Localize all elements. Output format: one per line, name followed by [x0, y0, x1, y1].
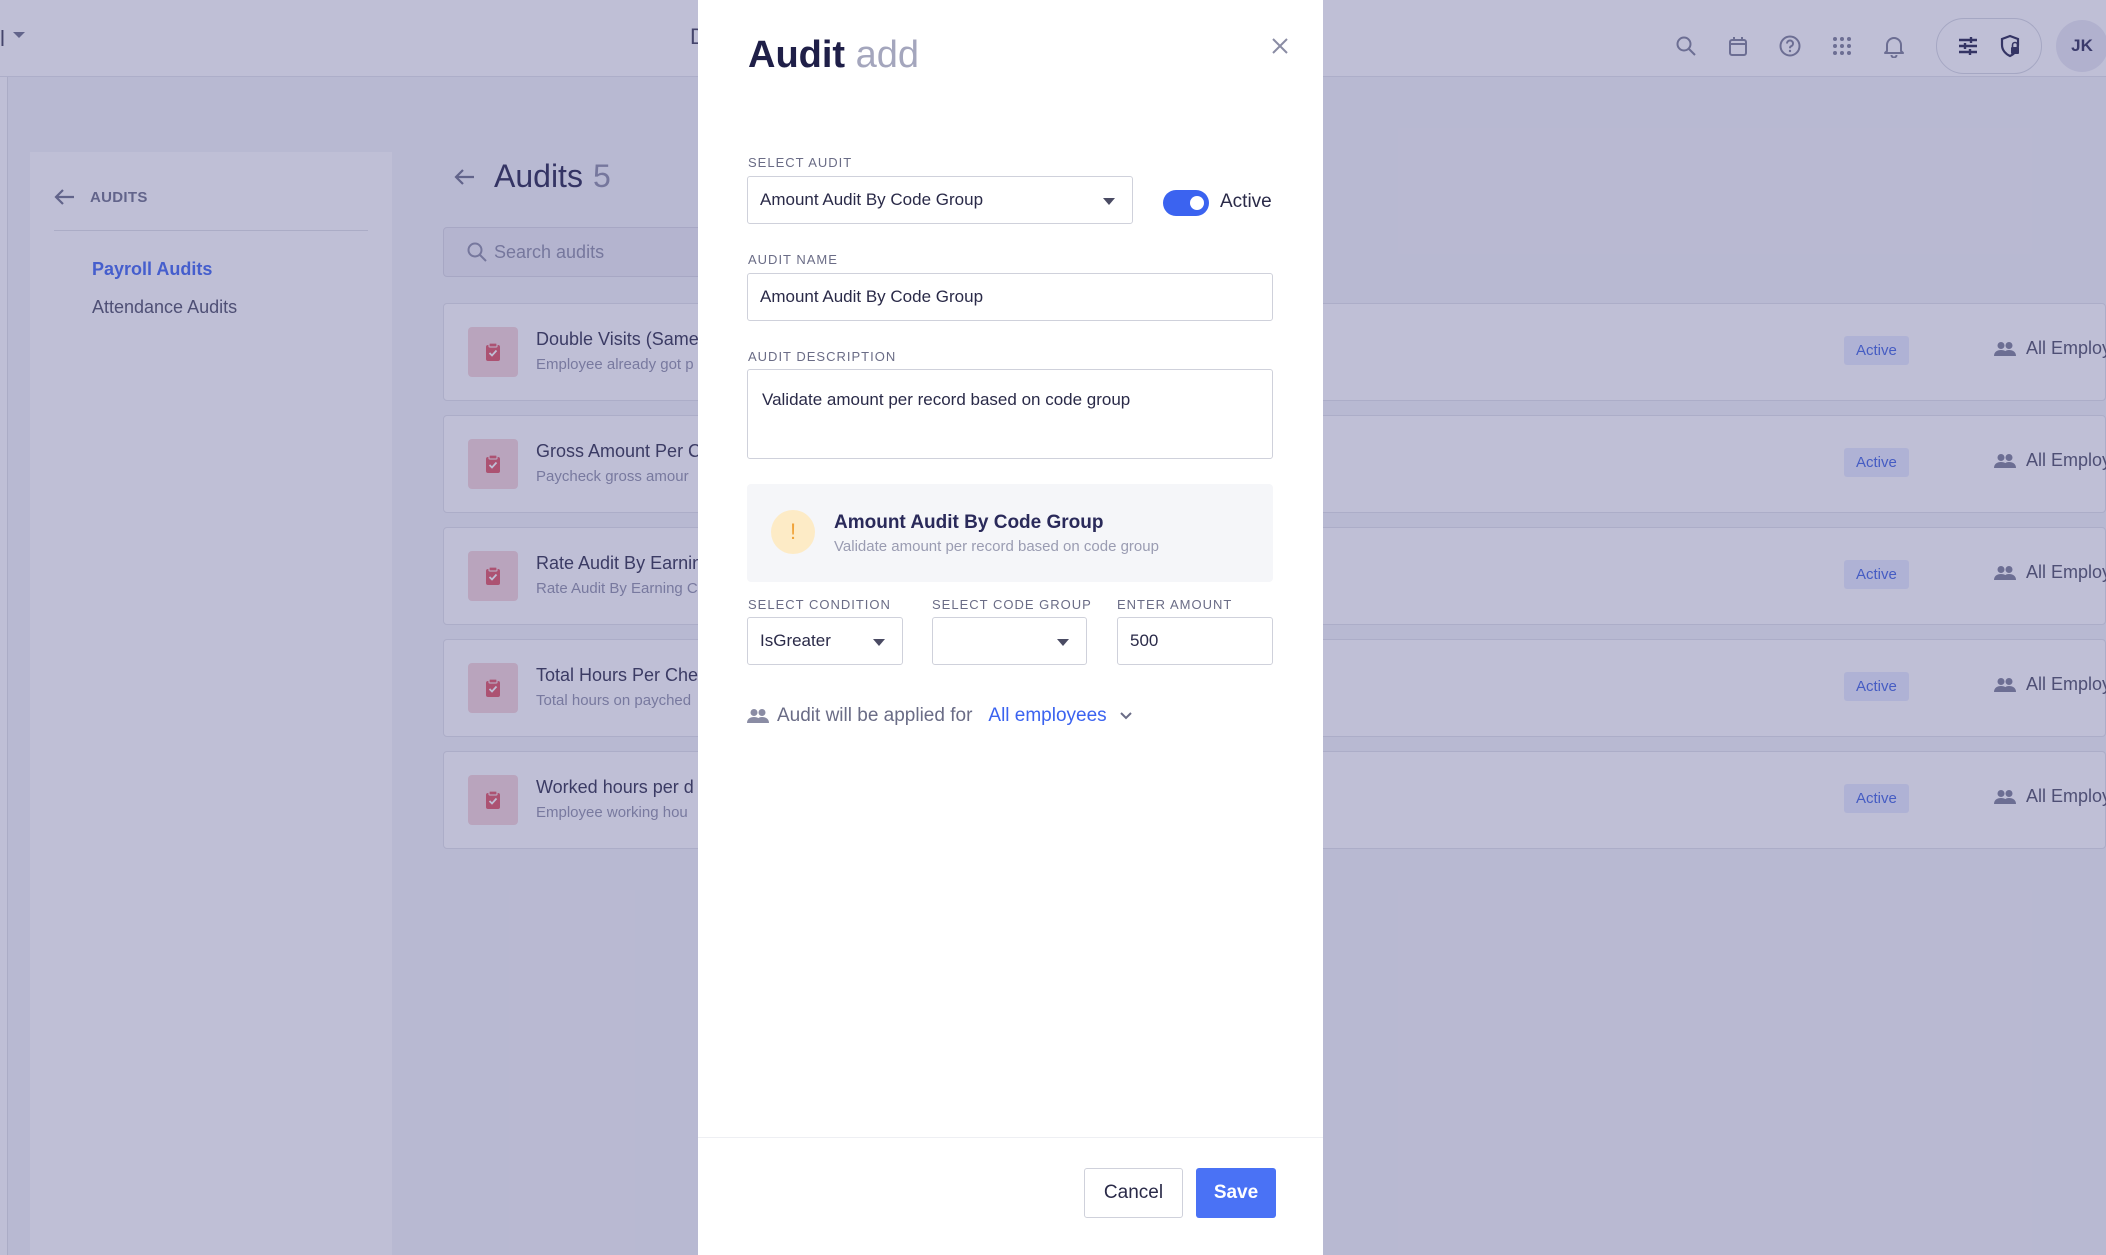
condition-value: IsGreater [760, 631, 831, 650]
select-condition-label: SELECT CONDITION [748, 597, 891, 612]
select-code-group-label: SELECT CODE GROUP [932, 597, 1092, 612]
audit-name-label: AUDIT NAME [748, 252, 838, 267]
dialog-title-main: Audit [748, 34, 846, 76]
audit-scope: Audit will be applied for All employees [747, 705, 1133, 727]
amount-value: 500 [1130, 631, 1159, 650]
chevron-down-icon [1056, 638, 1070, 647]
select-audit-value: Amount Audit By Code Group [760, 190, 984, 209]
condition-dropdown[interactable]: IsGreater [747, 617, 903, 665]
info-title: Amount Audit By Code Group [834, 512, 1104, 533]
info-description: Validate amount per record based on code… [834, 538, 1159, 555]
select-audit-dropdown[interactable]: Amount Audit By Code Group [747, 176, 1133, 224]
amount-input[interactable]: 500 [1117, 617, 1273, 665]
audit-name-value: Amount Audit By Code Group [760, 287, 984, 306]
footer-divider [698, 1137, 1323, 1138]
enter-amount-label: ENTER AMOUNT [1117, 597, 1233, 612]
chevron-down-icon[interactable] [1119, 711, 1133, 721]
chevron-down-icon [1102, 197, 1116, 206]
audit-description-value: Validate amount per record based on code… [762, 390, 1131, 409]
cancel-button[interactable]: Cancel [1084, 1168, 1183, 1218]
people-icon [747, 708, 769, 724]
close-icon[interactable] [1268, 34, 1292, 58]
chevron-down-icon [872, 638, 886, 647]
warning-icon: ! [771, 510, 815, 554]
audit-add-dialog: Audit add SELECT AUDIT Amount Audit By C… [698, 0, 1323, 1255]
active-toggle-label: Active [1220, 191, 1272, 212]
toggle-knob [1190, 196, 1204, 210]
audit-description-textarea[interactable]: Validate amount per record based on code… [747, 369, 1273, 459]
dialog-title: Audit add [748, 34, 919, 77]
employee-scope-link[interactable]: All employees [988, 705, 1106, 727]
audit-info-box: ! Amount Audit By Code Group Validate am… [747, 484, 1273, 582]
audit-name-input[interactable]: Amount Audit By Code Group [747, 273, 1273, 321]
audit-description-label: AUDIT DESCRIPTION [748, 349, 897, 364]
audit-scope-text: Audit will be applied for [777, 705, 973, 726]
active-toggle[interactable] [1163, 190, 1209, 216]
save-button[interactable]: Save [1196, 1168, 1276, 1218]
code-group-dropdown[interactable] [932, 617, 1087, 665]
dialog-title-suffix: add [855, 34, 920, 76]
select-audit-label: SELECT AUDIT [748, 155, 853, 170]
